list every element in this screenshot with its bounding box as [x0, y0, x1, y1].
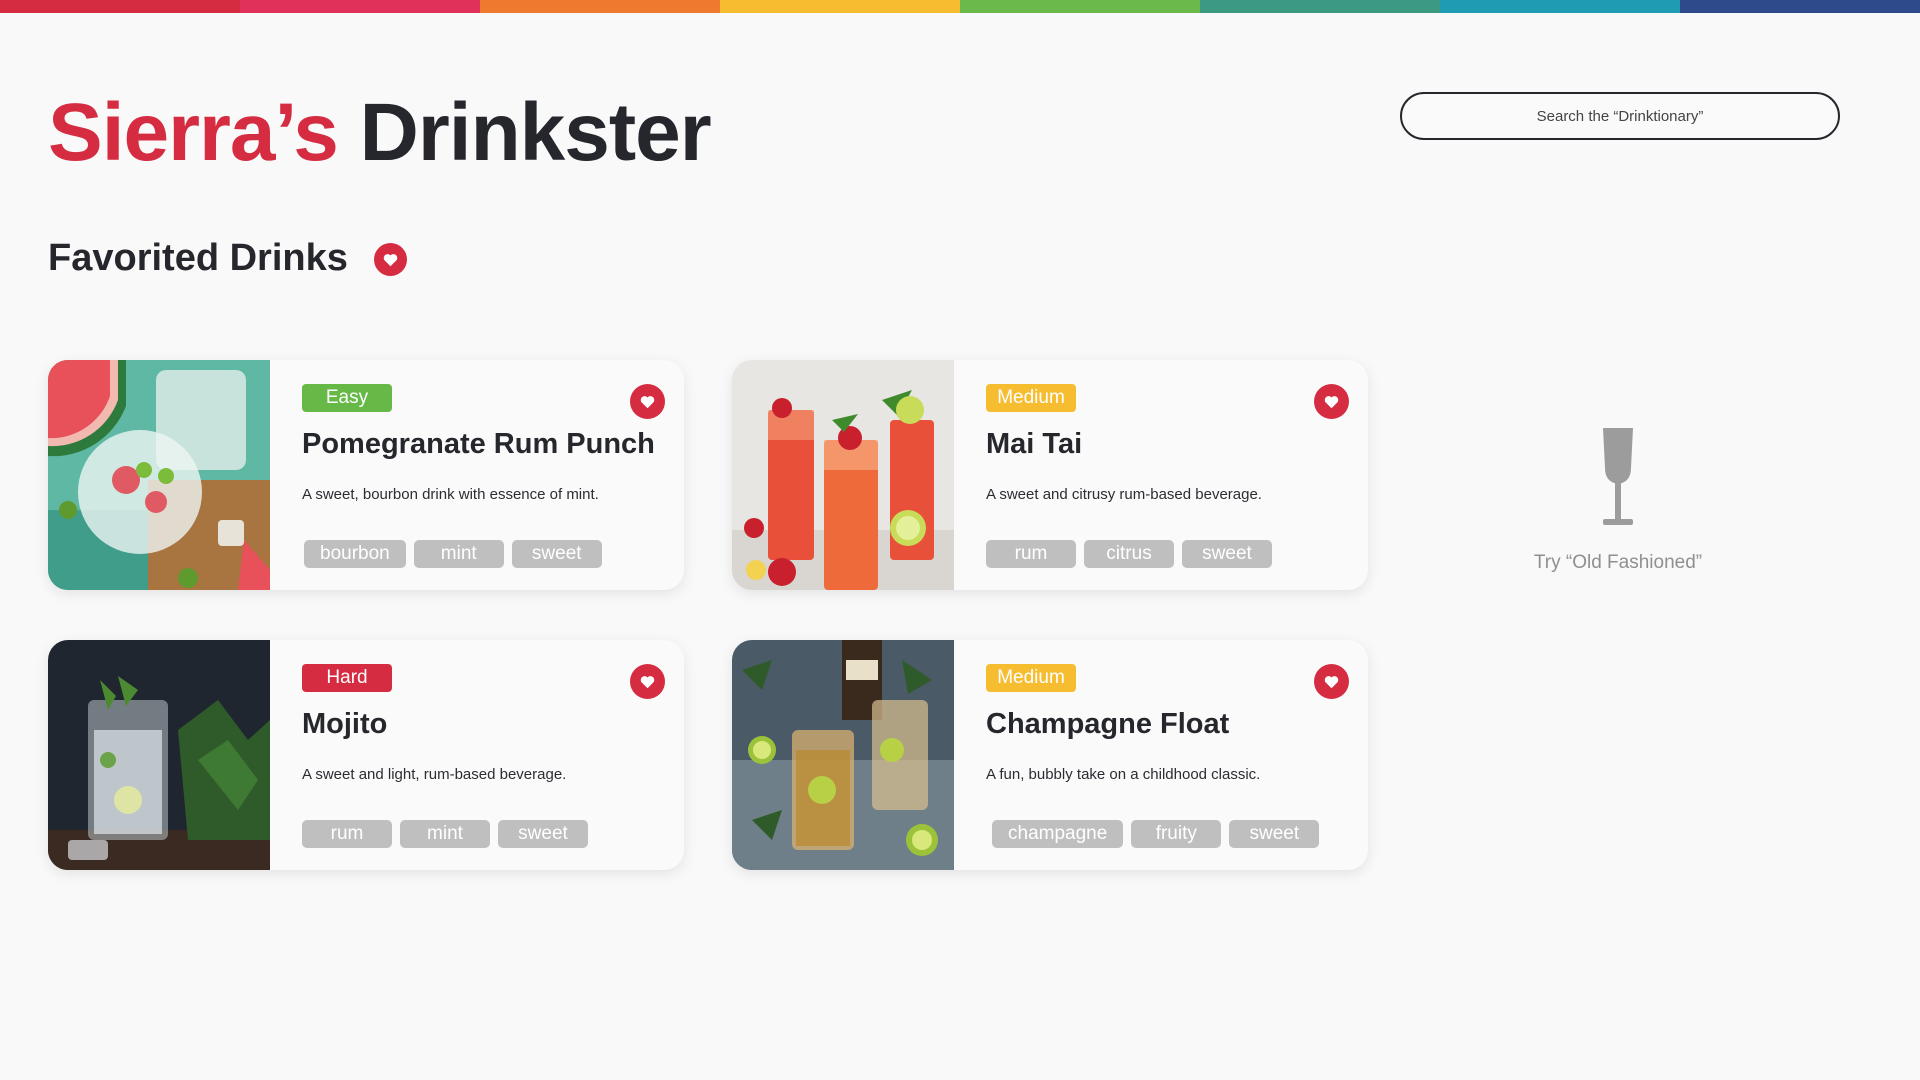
- favorite-heart-icon[interactable]: [1314, 664, 1349, 699]
- tag[interactable]: rum: [986, 540, 1076, 568]
- tag[interactable]: champagne: [992, 820, 1124, 848]
- tag-list: rum citrus sweet: [986, 540, 1272, 568]
- tag[interactable]: citrus: [1084, 540, 1174, 568]
- favorite-heart-icon[interactable]: [1314, 384, 1349, 419]
- suggestion-text: Try “Old Fashioned”: [1533, 552, 1703, 573]
- stripe-red: [0, 0, 240, 13]
- drink-card[interactable]: Easy Pomegranate Rum Punch A sweet, bour…: [48, 360, 684, 590]
- drink-description: A sweet and citrusy rum-based beverage.: [986, 486, 1262, 503]
- tag[interactable]: sweet: [1182, 540, 1272, 568]
- stripe-green: [960, 0, 1200, 13]
- drink-photo: [48, 640, 270, 870]
- heart-icon: [374, 243, 407, 276]
- brand-second-word: Drinkster: [359, 87, 712, 178]
- drink-card[interactable]: Medium Champagne Float A fun, bubbly tak…: [732, 640, 1368, 870]
- difficulty-badge: Medium: [986, 384, 1076, 412]
- stripe-orange: [480, 0, 720, 13]
- drink-photo: [48, 360, 270, 590]
- app-title: Sierra’s Drinkster: [48, 92, 712, 174]
- section-title: Favorited Drinks: [48, 237, 348, 279]
- rainbow-stripe: [0, 0, 1920, 13]
- drink-card[interactable]: Medium Mai Tai A sweet and citrusy rum-b…: [732, 360, 1368, 590]
- tag[interactable]: mint: [400, 820, 490, 848]
- stripe-pink: [240, 0, 480, 13]
- tag-list: bourbon mint sweet: [304, 540, 602, 568]
- wine-glass-icon: [1603, 428, 1633, 525]
- drink-suggestion[interactable]: Try “Old Fashioned”: [1400, 420, 1836, 574]
- stripe-cyan: [1440, 0, 1680, 13]
- favorite-heart-icon[interactable]: [630, 664, 665, 699]
- stripe-navy: [1680, 0, 1920, 13]
- drink-name: Mai Tai: [986, 428, 1083, 460]
- drink-name: Mojito: [302, 708, 388, 740]
- search-input[interactable]: [1400, 92, 1840, 140]
- tag[interactable]: fruity: [1131, 820, 1222, 848]
- tag[interactable]: sweet: [1229, 820, 1320, 848]
- tag-list: champagne fruity sweet: [992, 820, 1320, 848]
- tag[interactable]: rum: [302, 820, 392, 848]
- stripe-yellow: [720, 0, 960, 13]
- tag[interactable]: sweet: [498, 820, 588, 848]
- difficulty-badge: Hard: [302, 664, 392, 692]
- tag[interactable]: bourbon: [304, 540, 406, 568]
- drink-name: Pomegranate Rum Punch: [302, 428, 655, 460]
- brand-first-word: Sierra’s: [48, 87, 339, 178]
- difficulty-badge: Medium: [986, 664, 1076, 692]
- favorite-heart-icon[interactable]: [630, 384, 665, 419]
- difficulty-badge: Easy: [302, 384, 392, 412]
- drink-description: A sweet and light, rum-based beverage.: [302, 766, 567, 783]
- drink-description: A fun, bubbly take on a childhood classi…: [986, 766, 1261, 783]
- drink-photo: [732, 640, 954, 870]
- stripe-teal: [1200, 0, 1440, 13]
- drink-name: Champagne Float: [986, 708, 1230, 740]
- drink-photo: [732, 360, 954, 590]
- tag[interactable]: sweet: [511, 540, 602, 568]
- drink-description: A sweet, bourbon drink with essence of m…: [302, 486, 599, 503]
- tag-list: rum mint sweet: [302, 820, 588, 848]
- tag[interactable]: mint: [413, 540, 504, 568]
- drink-card[interactable]: Hard Mojito A sweet and light, rum-based…: [48, 640, 684, 870]
